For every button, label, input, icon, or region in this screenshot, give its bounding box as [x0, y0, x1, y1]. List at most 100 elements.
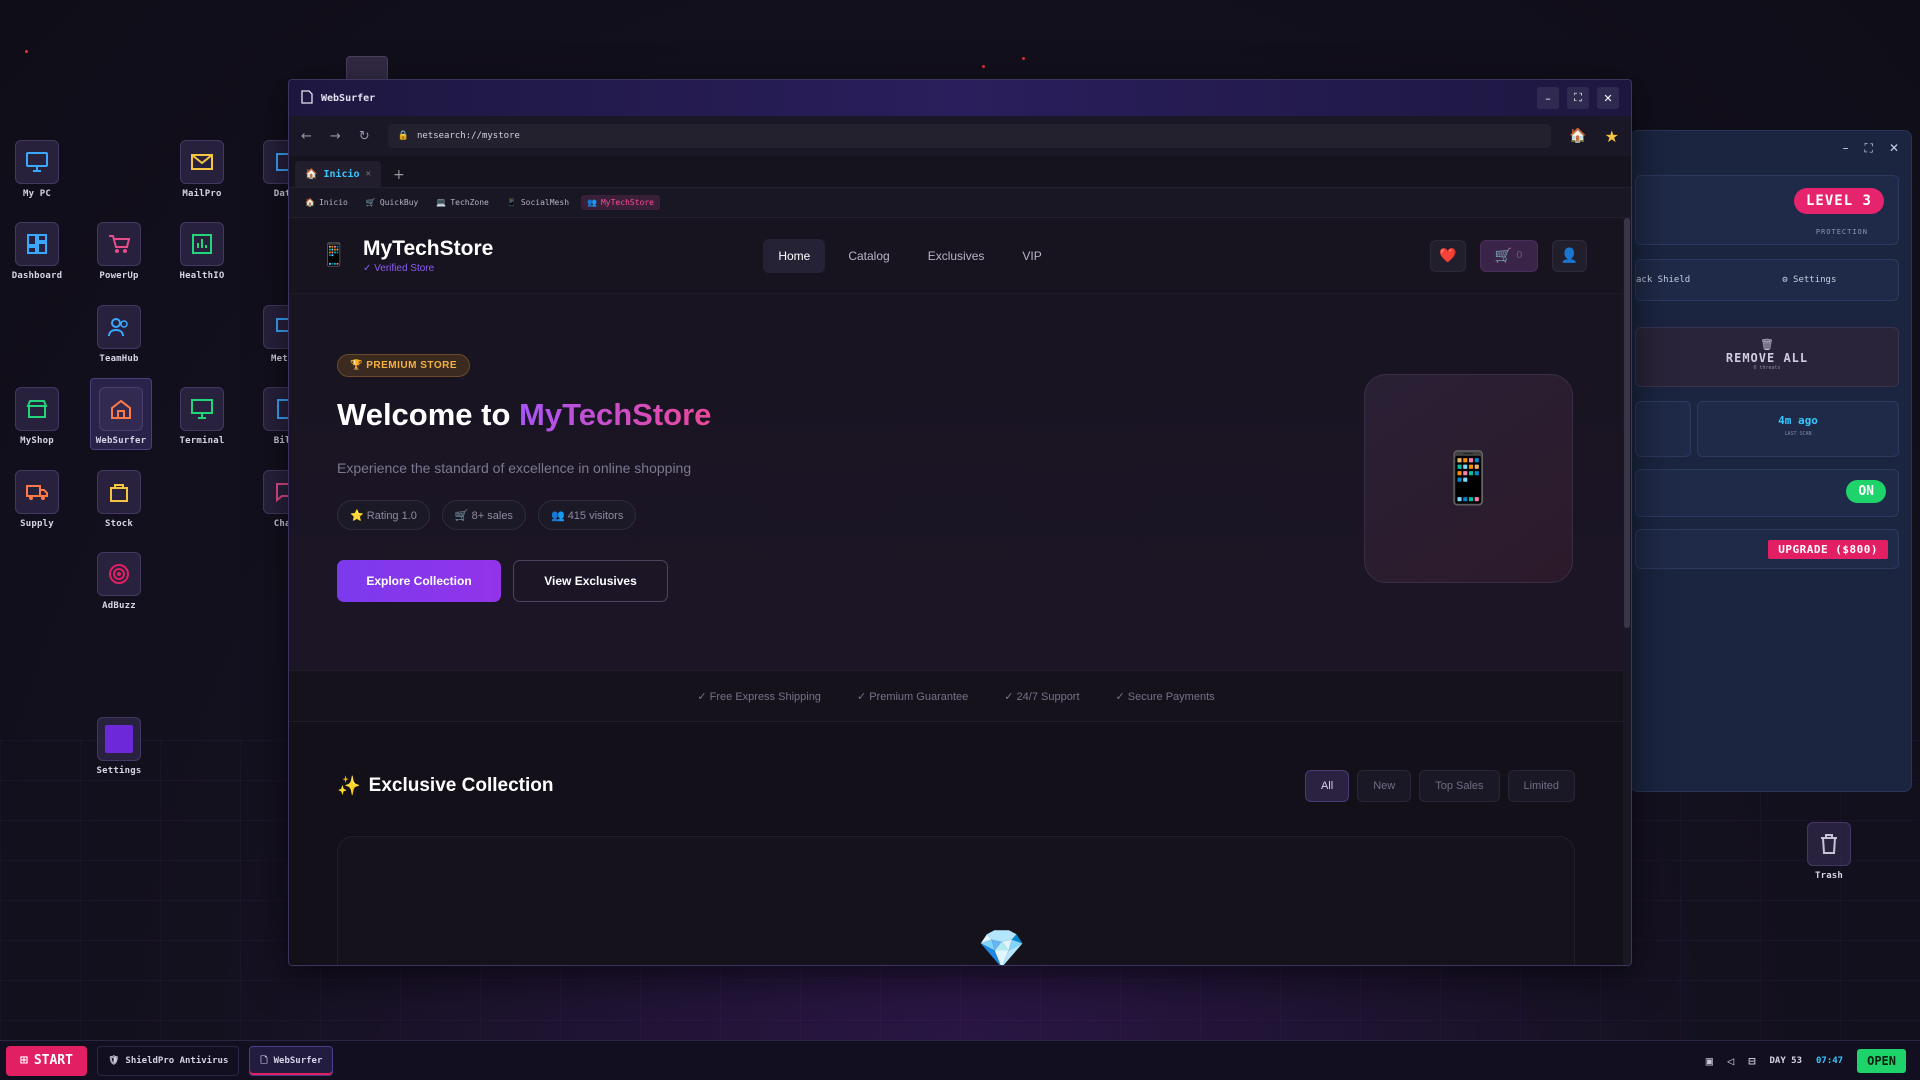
browser-window[interactable]: WebSurfer – ⛶ ✕ ← → ↻ 🔒 netsearch://myst… [288, 79, 1632, 966]
tab-close-icon[interactable]: ✕ [366, 169, 371, 179]
wishlist-button[interactable]: ❤️ [1430, 239, 1466, 272]
featured-product-card[interactable]: 📱 [1364, 374, 1573, 583]
hero-section: 🏆 PREMIUM STORE Welcome to MyTechStore E… [289, 294, 1623, 670]
laptop-icon: 💻 [436, 198, 447, 207]
protection-label: PROTECTION [1815, 228, 1868, 236]
phone-logo-icon: 📱 [320, 243, 348, 268]
network-icon[interactable]: ⊟ [1748, 1054, 1755, 1068]
last-scan-card: 4m ago LAST SCAN [1697, 401, 1899, 457]
collection-filters: All New Top Sales Limited [1304, 770, 1575, 802]
desktop-icon-adbuzz[interactable]: AdBuzz [88, 552, 150, 611]
task-shieldpro[interactable]: 🛡 ShieldPro Antivirus [96, 1045, 240, 1076]
antivirus-window[interactable]: – ⛶ ✕ LEVEL 3 PROTECTION ack Shield ⚙ Se… [1630, 130, 1912, 792]
nav-home[interactable]: Home [763, 238, 826, 273]
browser-titlebar[interactable]: WebSurfer – ⛶ ✕ [289, 80, 1631, 116]
trash-icon: 🗑 [1760, 338, 1774, 351]
cart-icon [97, 222, 141, 266]
address-bar[interactable]: 🔒 netsearch://mystore [387, 124, 1552, 148]
terminal-icon [180, 387, 224, 431]
minimize-icon[interactable]: – [1843, 141, 1849, 156]
desktop-icon-healthio[interactable]: HealthIO [171, 222, 233, 281]
antivirus-window-controls[interactable]: – ⛶ ✕ [1843, 141, 1899, 156]
hero-stats: ⭐ Rating 1.0 🛒 8+ sales 👥 415 visitors [337, 500, 637, 530]
phone-icon: 📱 [506, 198, 517, 207]
menu-shield[interactable]: ack Shield [1636, 275, 1690, 285]
display-icon[interactable]: ▣ [1706, 1054, 1713, 1068]
desktop-icon-settings[interactable]: Settings [88, 717, 150, 776]
account-button[interactable]: 👤 [1551, 239, 1587, 272]
menu-settings[interactable]: ⚙ Settings [1782, 275, 1836, 285]
antivirus-menu: ack Shield ⚙ Settings [1635, 259, 1899, 301]
cart-button[interactable]: 🛒 0 [1479, 239, 1538, 272]
level-badge: LEVEL 3 [1793, 188, 1884, 214]
desktop-icon-powerup[interactable]: PowerUp [88, 222, 150, 281]
desktop-icon-supply[interactable]: Supply [6, 470, 68, 529]
nav-catalog[interactable]: Catalog [833, 239, 904, 273]
nav-exclusives[interactable]: Exclusives [913, 239, 1000, 273]
system-tray: ▣ ◁ ⊟ DAY 53 07:47 OPEN [1706, 1048, 1914, 1073]
scrollbar-thumb[interactable] [1624, 218, 1630, 628]
users-icon [97, 305, 141, 349]
forward-button[interactable]: → [330, 129, 341, 144]
status-badge: OPEN [1857, 1048, 1906, 1073]
desktop-icon-trash[interactable]: Trash [1798, 822, 1860, 881]
collection-section: ✨ Exclusive Collection All New Top Sales… [289, 722, 1623, 965]
url-text: netsearch://mystore [416, 131, 520, 141]
tab-inicio[interactable]: 🏠 Inicio ✕ [295, 161, 381, 187]
volume-icon[interactable]: ◁ [1727, 1054, 1734, 1068]
bookmark-star-button[interactable]: ★ [1605, 127, 1619, 146]
desktop-icon-websurfer[interactable]: WebSurfer [90, 378, 152, 450]
home-icon: 🏠 [305, 168, 318, 180]
feature-support: ✓ 24/7 Support [1004, 690, 1080, 703]
filter-top-sales[interactable]: Top Sales [1419, 770, 1500, 802]
page-scrollbar[interactable] [1623, 218, 1631, 965]
truck-icon [15, 470, 59, 514]
collection-card[interactable]: 💎 [337, 836, 1575, 965]
protection-toggle-card: ON [1635, 469, 1899, 517]
filter-limited[interactable]: Limited [1507, 770, 1575, 802]
bookmark-socialmesh[interactable]: 📱 SocialMesh [501, 195, 575, 210]
bookmarks-bar: 🏠 Inicio 🛒 QuickBuy 💻 TechZone 📱 SocialMesh … [289, 188, 1631, 218]
maximize-icon[interactable]: ⛶ [1865, 141, 1873, 156]
task-websurfer[interactable]: 🗋 WebSurfer [249, 1045, 334, 1076]
minimize-button[interactable]: – [1537, 87, 1559, 109]
verified-badge: ✓ Verified Store [363, 263, 435, 274]
desktop-icon-teamhub[interactable]: TeamHub [88, 305, 150, 364]
close-button[interactable]: ✕ [1597, 87, 1619, 109]
upgrade-button[interactable]: UPGRADE ($800) [1768, 540, 1888, 559]
bookmark-techzone[interactable]: 💻 TechZone [430, 195, 495, 210]
desktop-icon-mailpro[interactable]: MailPro [171, 140, 233, 199]
stat-visitors: 👥 415 visitors [537, 500, 637, 530]
bookmark-quickbuy[interactable]: 🛒 QuickBuy [360, 195, 425, 210]
desktop-icon-my-pc[interactable]: My PC [6, 140, 68, 199]
home-button[interactable]: 🏠 [1569, 128, 1586, 144]
star-dot [982, 65, 985, 68]
grid-icon: ⊞ [20, 1053, 28, 1068]
filter-new[interactable]: New [1357, 770, 1412, 802]
trash-icon [1807, 822, 1851, 866]
hero-subtitle: Experience the standard of excellence in… [337, 460, 692, 476]
close-icon[interactable]: ✕ [1889, 141, 1899, 156]
back-button[interactable]: ← [301, 129, 312, 144]
start-button[interactable]: ⊞ START [6, 1045, 87, 1076]
site-nav: Home Catalog Exclusives VIP [763, 238, 1056, 273]
maximize-button[interactable]: ⛶ [1567, 87, 1589, 109]
filter-all[interactable]: All [1304, 770, 1350, 802]
desktop-icon-stock[interactable]: Stock [88, 470, 150, 529]
nav-vip[interactable]: VIP [1007, 239, 1056, 273]
explore-collection-button[interactable]: Explore Collection [337, 560, 501, 602]
bookmark-mytechstore[interactable]: 👥 MyTechStore [581, 195, 660, 210]
view-exclusives-button[interactable]: View Exclusives [513, 560, 668, 602]
bookmark-inicio[interactable]: 🏠 Inicio [299, 195, 354, 210]
new-tab-button[interactable]: + [387, 167, 411, 187]
feature-shipping: ✓ Free Express Shipping [697, 690, 821, 703]
desktop-icon-dashboard[interactable]: Dashboard [6, 222, 68, 281]
level-card: LEVEL 3 PROTECTION [1635, 175, 1899, 245]
people-icon: 👥 [587, 198, 597, 207]
desktop-icon-myshop[interactable]: MyShop [6, 387, 68, 446]
reload-button[interactable]: ↻ [359, 129, 370, 144]
desktop-icon-terminal[interactable]: Terminal [171, 387, 233, 446]
remove-all-button[interactable]: 🗑 REMOVE ALL 0 threats [1635, 327, 1899, 387]
page-content: 📱 MyTechStore ✓ Verified Store Home Cata… [289, 218, 1623, 965]
protection-toggle[interactable]: ON [1846, 480, 1886, 503]
